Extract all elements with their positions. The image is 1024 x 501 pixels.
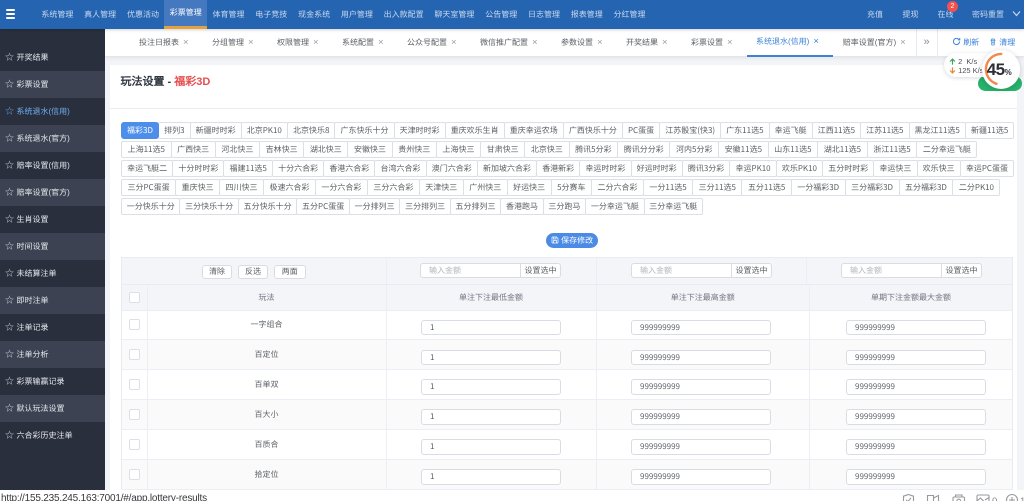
svg-text:1: 1 — [1020, 496, 1024, 501]
svg-text:0: 0 — [992, 496, 997, 501]
